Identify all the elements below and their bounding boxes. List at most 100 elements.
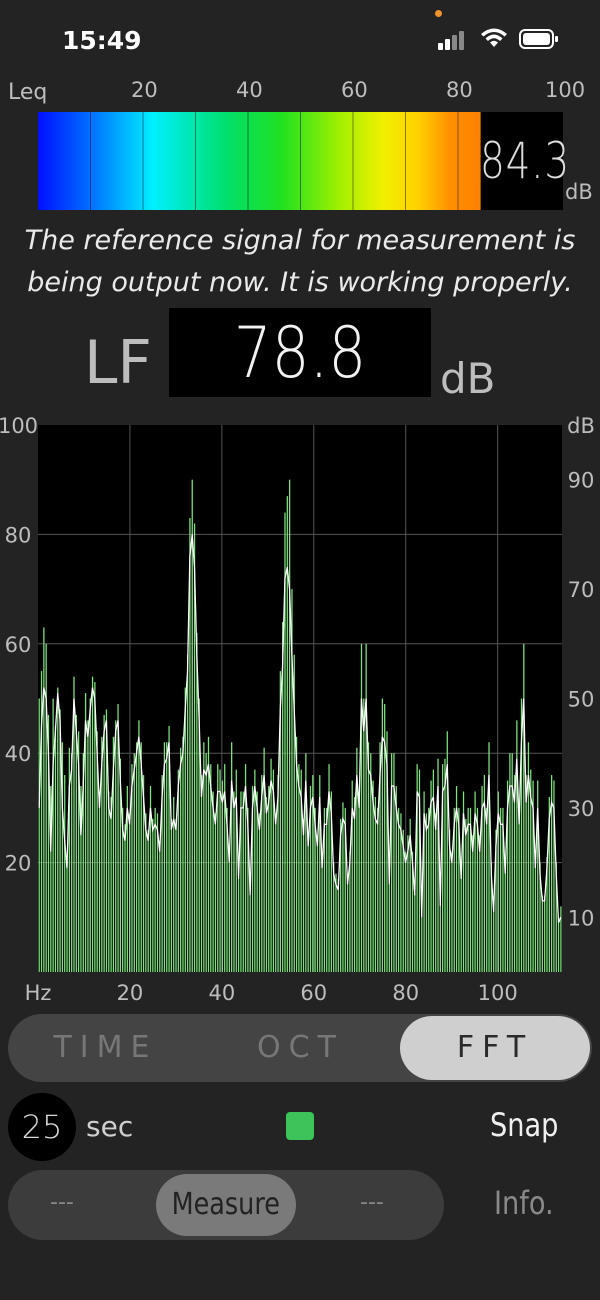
spectrum-bar bbox=[45, 643, 47, 972]
spectrum-bar bbox=[71, 753, 73, 972]
y-tick-label-left: 80 bbox=[5, 523, 32, 547]
spectrum-bar bbox=[451, 851, 453, 972]
tab-fft[interactable]: FFT bbox=[400, 1016, 590, 1080]
spectrum-bar bbox=[242, 791, 244, 972]
spectrum-bar bbox=[38, 698, 40, 972]
measure-button[interactable]: Measure bbox=[156, 1174, 296, 1236]
spectrum-bar bbox=[166, 742, 168, 972]
spectrum-bar bbox=[258, 813, 261, 972]
lf-label: LF bbox=[84, 328, 152, 398]
spectrum-bar bbox=[504, 862, 506, 972]
spectrum-bar bbox=[268, 786, 270, 972]
spectrum-bar bbox=[353, 796, 356, 972]
spectrum-bar bbox=[87, 720, 89, 972]
spectrum-bar bbox=[103, 714, 105, 972]
spectrum-bar bbox=[479, 835, 481, 972]
spectrum-bar bbox=[184, 687, 186, 972]
spectrum-bar bbox=[363, 698, 365, 972]
action-right-segment[interactable]: --- bbox=[360, 1190, 384, 1215]
spectrum-bar bbox=[472, 835, 474, 972]
status-time: 15:49 bbox=[62, 26, 142, 55]
spectrum-bar bbox=[57, 687, 59, 972]
spectrum-bar bbox=[523, 643, 525, 972]
spectrum-bar bbox=[89, 698, 91, 972]
y-tick-label-right: 70 bbox=[568, 578, 595, 602]
action-left-segment[interactable]: --- bbox=[50, 1190, 74, 1215]
spectrum-bar bbox=[108, 791, 110, 972]
spectrum-bar bbox=[467, 807, 469, 972]
x-tick-label: 20 bbox=[117, 981, 144, 1005]
spectrum-bar bbox=[544, 895, 546, 972]
spectrum-bar bbox=[221, 780, 224, 972]
spectrum-bar bbox=[129, 813, 131, 972]
y-tick-label-left: 60 bbox=[5, 633, 32, 657]
privacy-indicator-dot bbox=[435, 10, 442, 17]
spectrum-bar bbox=[214, 813, 217, 972]
spectrum-bar bbox=[557, 917, 560, 972]
spectrum-bar bbox=[270, 758, 272, 972]
spectrum-bar bbox=[560, 906, 562, 972]
wifi-icon bbox=[481, 28, 507, 47]
y-tick-label-left: 40 bbox=[5, 742, 32, 766]
spectrum-bar bbox=[397, 807, 400, 972]
spectrum-bar bbox=[516, 720, 518, 972]
spectrum-bar bbox=[152, 818, 154, 972]
spectrum-bar bbox=[52, 698, 54, 972]
seconds-label: sec bbox=[86, 1110, 134, 1143]
spectrum-bar bbox=[435, 813, 437, 972]
spectrum-bar bbox=[275, 813, 277, 972]
y-tick-label-right: 10 bbox=[568, 906, 595, 930]
tab-time[interactable]: TIME bbox=[8, 1014, 203, 1082]
spectrum-bar bbox=[421, 917, 423, 972]
tab-oct[interactable]: OCT bbox=[203, 1014, 398, 1082]
spectrum-bar bbox=[133, 753, 135, 972]
spectrum-bar bbox=[254, 769, 256, 972]
y-tick-label-right: 30 bbox=[568, 797, 595, 821]
spectrum-bar bbox=[159, 840, 161, 972]
spectrum-bar bbox=[377, 807, 379, 972]
spectrum-bar bbox=[307, 835, 309, 972]
spectrum-bar bbox=[43, 627, 45, 972]
spectrum-bar bbox=[360, 643, 363, 972]
right-axis-unit-label: dB bbox=[567, 414, 595, 438]
cellular-signal-icon bbox=[438, 31, 464, 50]
spectrum-bar bbox=[175, 818, 177, 972]
seconds-selector[interactable]: 25 bbox=[8, 1093, 76, 1161]
spectrum-bar bbox=[170, 818, 173, 972]
spectrum-bar bbox=[205, 753, 207, 972]
spectrum-bar bbox=[534, 857, 537, 972]
battery-icon bbox=[519, 29, 558, 49]
x-axis-label: Hz bbox=[25, 981, 52, 1005]
spectrum-bar bbox=[425, 813, 428, 972]
spectrum-bar bbox=[541, 895, 543, 972]
x-tick-label: 100 bbox=[478, 981, 518, 1005]
spectrum-bar bbox=[465, 818, 467, 972]
spectrum-bar bbox=[231, 742, 233, 972]
spectrum-bar bbox=[499, 807, 502, 972]
spectrum-bar bbox=[288, 479, 291, 972]
spectrum-bar bbox=[124, 824, 126, 972]
spectrum-bar bbox=[518, 807, 520, 972]
spectrum-bar bbox=[233, 791, 235, 972]
scale-tick-100: 100 bbox=[545, 78, 586, 102]
spectrum-bar bbox=[265, 796, 268, 972]
leq-label: Leq bbox=[8, 80, 48, 105]
y-tick-label-right: 90 bbox=[568, 469, 595, 493]
spectrum-bar bbox=[110, 796, 112, 972]
spectrum-bar bbox=[154, 807, 156, 972]
snap-button[interactable]: Snap bbox=[490, 1106, 558, 1144]
spectrum-bar bbox=[388, 884, 390, 972]
spectrum-bar bbox=[145, 813, 147, 972]
x-tick-label: 60 bbox=[300, 981, 327, 1005]
spectrum-bar bbox=[219, 769, 221, 972]
spectrum-bar bbox=[404, 851, 407, 972]
spectrum-bar bbox=[525, 775, 527, 972]
spectrum-bar bbox=[316, 835, 319, 972]
info-button[interactable]: Info. bbox=[494, 1184, 554, 1222]
spectrum-bar bbox=[249, 895, 251, 972]
spectrum-bar bbox=[200, 775, 203, 972]
chart-plot-area bbox=[38, 425, 562, 972]
spectrum-bar bbox=[54, 725, 57, 972]
spectrum-bar bbox=[414, 889, 416, 972]
scale-tick-40: 40 bbox=[236, 78, 263, 102]
